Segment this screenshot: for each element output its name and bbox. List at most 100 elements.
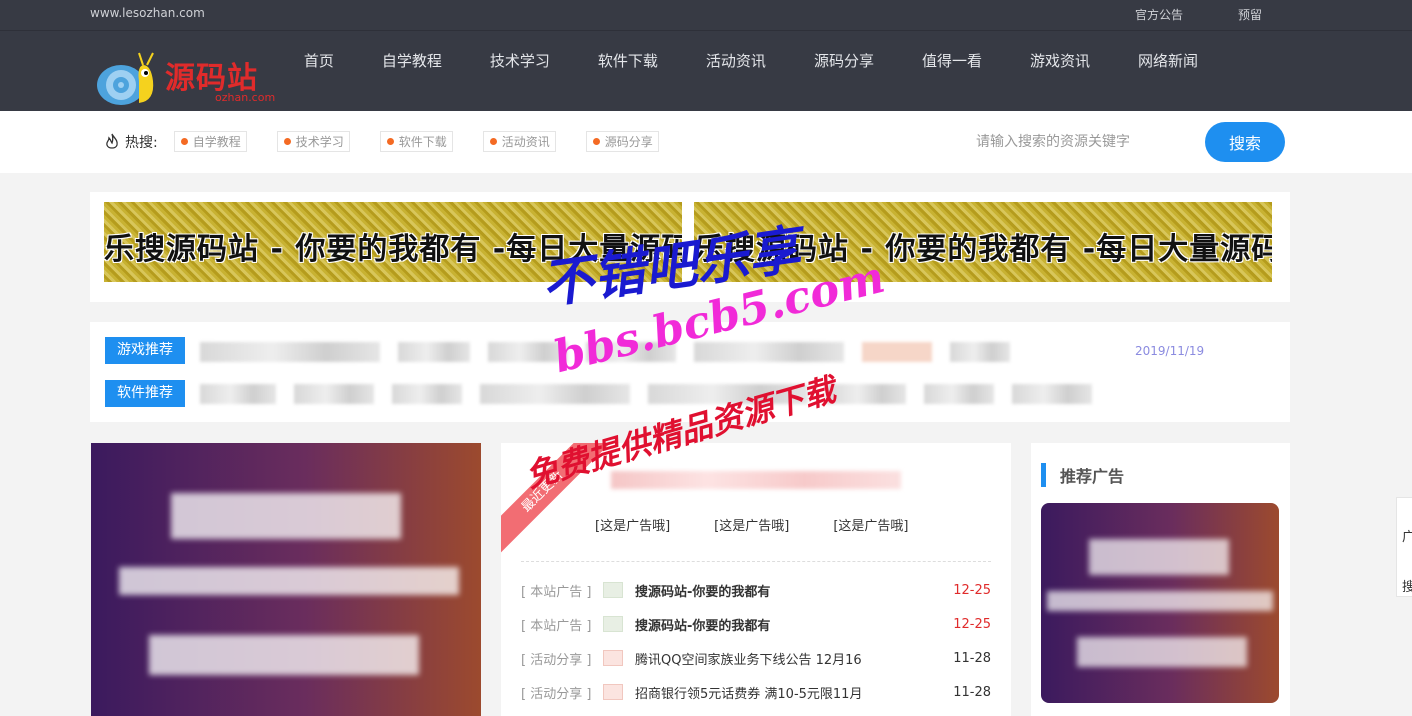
panel-title: 推荐广告 <box>1060 467 1125 486</box>
feature-blur-line <box>149 635 419 675</box>
ad-link-2[interactable]: [这是广告哦] <box>714 515 789 534</box>
divider <box>521 561 991 562</box>
list-item[interactable] <box>924 384 994 404</box>
tag-dot-icon <box>180 138 188 145</box>
feature-blur-line <box>171 493 401 539</box>
hot-search-label: 热搜: <box>125 134 158 151</box>
nav-software[interactable]: 软件下载 <box>574 31 682 111</box>
feature-image[interactable] <box>91 443 481 716</box>
news-title[interactable]: 招商银行领5元话费券 满10-5元限11月 <box>635 683 951 702</box>
search-input[interactable] <box>976 127 1196 157</box>
hot-tag-source[interactable]: 源码分享 <box>585 131 659 152</box>
news-row[interactable]: [ 本站广告 ] 搜源码站-你要的我都有 12-25 <box>521 573 991 607</box>
nav-tech[interactable]: 技术学习 <box>466 31 574 111</box>
latest-ribbon: 最近更新 <box>501 443 616 565</box>
news-date: 11-28 <box>953 684 991 700</box>
banner-area: 乐搜源码站 - 你要的我都有 -每日大量源码/教程/活动 乐搜源码站 - 你要的… <box>90 192 1290 302</box>
news-title[interactable]: 搜源码站-你要的我都有 <box>635 615 951 634</box>
news-category[interactable]: [ 本站广告 ] <box>521 581 603 600</box>
news-category[interactable]: [ 本站广告 ] <box>521 615 603 634</box>
nav-news[interactable]: 网络新闻 <box>1114 31 1222 111</box>
site-header: 源码站 ozhan.com 首页 自学教程 技术学习 软件下载 活动资讯 源码分… <box>0 30 1412 111</box>
list-item[interactable] <box>200 342 380 362</box>
panel-header: 推荐广告 <box>1041 463 1124 487</box>
list-item[interactable] <box>586 342 676 362</box>
news-row[interactable]: [ 活动分享 ] 腾讯QQ空间家族业务下线公告 12月16 11-28 <box>521 641 991 675</box>
headline-blurred[interactable] <box>611 471 901 489</box>
news-thumb <box>603 616 623 632</box>
hot-tag-tutorials[interactable]: 自学教程 <box>173 131 247 152</box>
list-item[interactable] <box>826 384 906 404</box>
news-date: 11-28 <box>953 650 991 666</box>
news-thumb <box>603 582 623 598</box>
list-item[interactable] <box>694 342 844 362</box>
nav-worth[interactable]: 值得一看 <box>898 31 1006 111</box>
ad-blur-line <box>1047 591 1273 611</box>
hot-tag-software[interactable]: 软件下载 <box>379 131 453 152</box>
side-float-item[interactable]: 广 <box>1402 526 1412 545</box>
search-bar: 热搜: 自学教程 技术学习 软件下载 活动资讯 源码分享 搜索 <box>0 111 1412 173</box>
news-thumb <box>603 650 623 666</box>
banner-ad-left[interactable]: 乐搜源码站 - 你要的我都有 -每日大量源码/教程/活动 <box>104 202 682 282</box>
news-category[interactable]: [ 活动分享 ] <box>521 649 603 668</box>
news-row[interactable]: [ 本站广告 ] 搜源码站-你要的我都有 12-25 <box>521 607 991 641</box>
ad-link-1[interactable]: [这是广告哦] <box>595 515 670 534</box>
search-button[interactable]: 搜索 <box>1205 122 1285 162</box>
header-accent-bar <box>1041 463 1046 487</box>
news-date: 12-25 <box>953 582 991 598</box>
news-title[interactable]: 搜源码站-你要的我都有 <box>635 581 951 600</box>
site-url[interactable]: www.lesozhan.com <box>90 6 205 20</box>
recommended-ads-panel: 推荐广告 <box>1031 443 1290 716</box>
news-list: [ 本站广告 ] 搜源码站-你要的我都有 12-25 [ 本站广告 ] 搜源码站… <box>521 573 991 709</box>
recommend-box: 游戏推荐 软件推荐 2019/11/19 <box>90 322 1290 422</box>
list-item[interactable] <box>398 342 470 362</box>
game-recommend-label[interactable]: 游戏推荐 <box>105 337 185 364</box>
ad-links: [这是广告哦] [这是广告哦] [这是广告哦] <box>595 515 908 534</box>
list-item[interactable] <box>392 384 462 404</box>
banner-ad-right[interactable]: 乐搜源码站 - 你要的我都有 -每日大量源码/教程/活动 <box>694 202 1272 282</box>
recommend-date: 2019/11/19 <box>1135 344 1205 358</box>
game-recommend-list <box>200 342 1010 362</box>
ad-link-3[interactable]: [这是广告哦] <box>833 515 908 534</box>
top-links: 官方公告 预留 <box>1135 6 1262 23</box>
list-item[interactable] <box>862 342 932 362</box>
hot-search: 热搜: 自学教程 技术学习 软件下载 活动资讯 源码分享 <box>103 131 689 152</box>
main-nav: 首页 自学教程 技术学习 软件下载 活动资讯 源码分享 值得一看 游戏资讯 网络… <box>280 31 1222 111</box>
list-item[interactable] <box>950 342 1010 362</box>
nav-activities[interactable]: 活动资讯 <box>682 31 790 111</box>
nav-source[interactable]: 源码分享 <box>790 31 898 111</box>
list-item[interactable] <box>488 342 568 362</box>
side-float-toolbar[interactable]: 广 搜 <box>1396 497 1412 597</box>
list-item[interactable] <box>200 384 276 404</box>
software-recommend-list <box>200 384 1092 404</box>
tag-dot-icon <box>386 138 394 145</box>
snail-logo-icon <box>97 52 154 105</box>
list-item[interactable] <box>294 384 374 404</box>
list-item[interactable] <box>1012 384 1092 404</box>
nav-tutorials[interactable]: 自学教程 <box>358 31 466 111</box>
tag-dot-icon <box>592 138 600 145</box>
software-recommend-label[interactable]: 软件推荐 <box>105 380 185 407</box>
feature-blur-line <box>119 567 459 595</box>
recommended-ad-image[interactable] <box>1041 503 1279 703</box>
news-category[interactable]: [ 活动分享 ] <box>521 683 603 702</box>
side-float-item[interactable]: 搜 <box>1402 576 1412 595</box>
fire-icon <box>106 133 118 149</box>
latest-updates-panel: 最近更新 [这是广告哦] [这是广告哦] [这是广告哦] [ 本站广告 ] 搜源… <box>501 443 1011 716</box>
news-row[interactable]: [ 活动分享 ] 招商银行领5元话费券 满10-5元限11月 11-28 <box>521 675 991 709</box>
hot-tag-activities[interactable]: 活动资讯 <box>482 131 556 152</box>
tag-dot-icon <box>283 138 291 145</box>
news-date: 12-25 <box>953 616 991 632</box>
brand-domain: ozhan.com <box>215 91 276 104</box>
top-link-reserved[interactable]: 预留 <box>1238 6 1262 23</box>
list-item[interactable] <box>648 384 808 404</box>
nav-home[interactable]: 首页 <box>280 31 358 111</box>
ad-blur-line <box>1077 637 1247 667</box>
list-item[interactable] <box>480 384 630 404</box>
tag-dot-icon <box>489 138 497 145</box>
nav-games[interactable]: 游戏资讯 <box>1006 31 1114 111</box>
top-link-announcement[interactable]: 官方公告 <box>1135 6 1183 23</box>
top-bar: www.lesozhan.com 官方公告 预留 <box>0 0 1412 30</box>
hot-tag-tech[interactable]: 技术学习 <box>276 131 350 152</box>
news-title[interactable]: 腾讯QQ空间家族业务下线公告 12月16 <box>635 649 951 668</box>
